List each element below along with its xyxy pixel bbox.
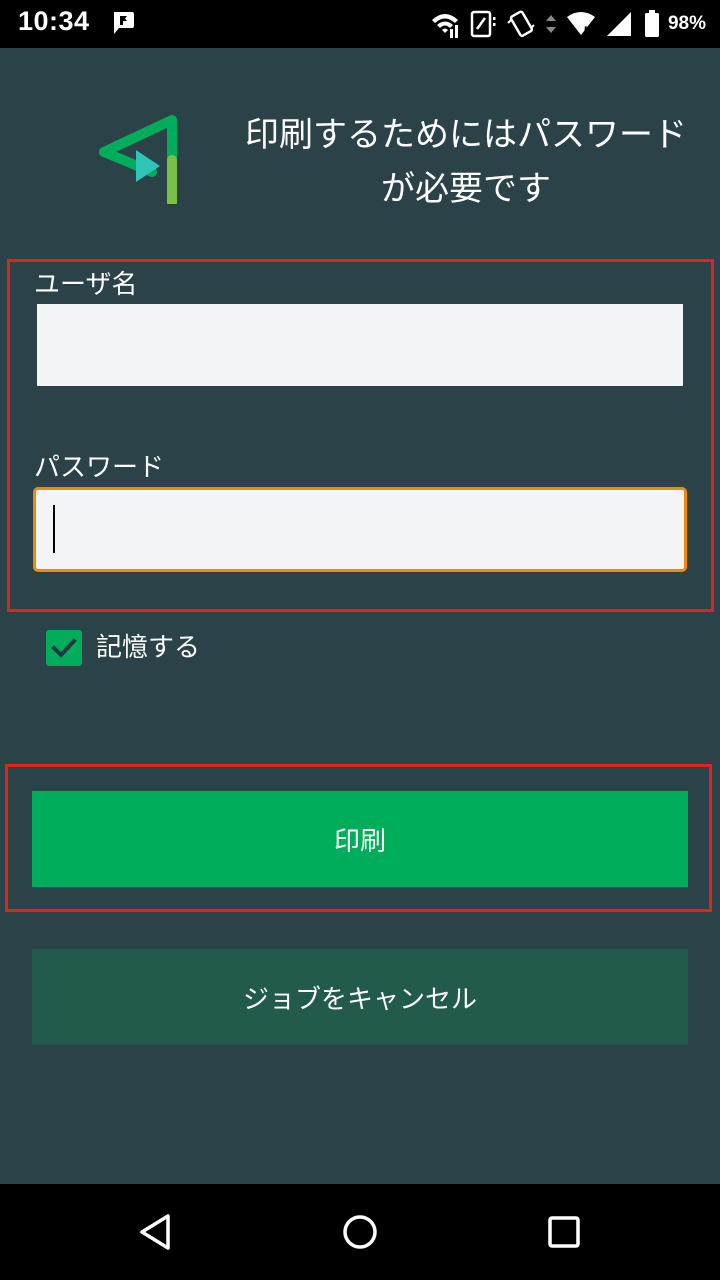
- username-label: ユーザ名: [34, 270, 138, 300]
- checkbox-checked[interactable]: [46, 630, 82, 666]
- status-bar: 10:34 5 98%: [0, 0, 720, 48]
- navigation-bar: [0, 1184, 720, 1280]
- wifi-icon: [431, 14, 458, 38]
- cancel-job-button[interactable]: ジョブをキャンセル: [32, 949, 688, 1045]
- home-button[interactable]: [334, 1206, 386, 1258]
- back-icon: [140, 1214, 170, 1250]
- signal-icon: [606, 12, 631, 36]
- password-label: パスワード: [34, 453, 165, 483]
- nfc-icon: [470, 10, 496, 38]
- page-title: 印刷するためにはパスワードが必要です: [245, 115, 687, 209]
- remember-checkbox[interactable]: 記憶する: [46, 630, 200, 666]
- checkmark-icon: [51, 638, 77, 658]
- app-logo-icon: [99, 115, 177, 204]
- password-input[interactable]: [33, 487, 687, 572]
- recent-apps-button[interactable]: [538, 1206, 590, 1258]
- vibrate-icon: [507, 10, 535, 38]
- status-time: 10:34: [18, 6, 90, 36]
- print-password-screen: 印刷するためにはパスワードが必要です ユーザ名 パスワード 記憶する 印刷 ジョ…: [0, 48, 720, 1184]
- svg-text:5: 5: [584, 25, 590, 37]
- battery-icon: [644, 10, 659, 37]
- wifi-5-icon: 5: [566, 12, 595, 37]
- data-arrows-icon: [545, 15, 556, 33]
- battery-text: 98%: [667, 13, 706, 34]
- recent-apps-icon: [548, 1216, 580, 1248]
- text-caret: [53, 505, 55, 553]
- status-icons: 5 98%: [430, 8, 706, 40]
- back-button[interactable]: [130, 1206, 182, 1258]
- home-icon: [343, 1215, 377, 1249]
- print-button[interactable]: 印刷: [32, 791, 688, 887]
- remember-label: 記憶する: [96, 633, 201, 663]
- notification-flag-icon: [114, 12, 134, 34]
- username-input[interactable]: [37, 304, 683, 386]
